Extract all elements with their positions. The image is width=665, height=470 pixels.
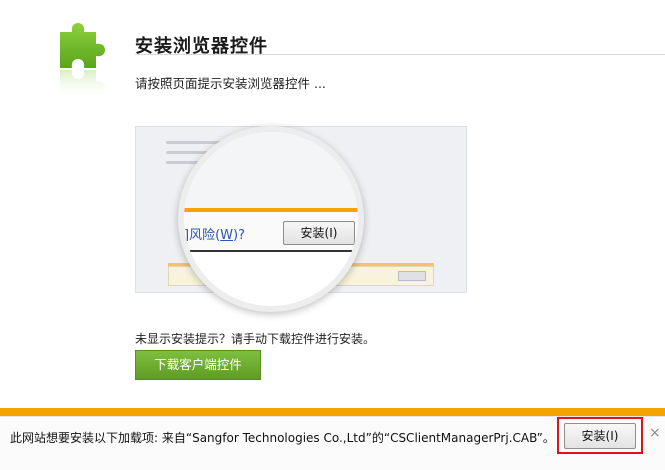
install-hint: 请按照页面提示安装浏览器控件 ... <box>135 76 326 91</box>
magnified-risk-link: ]风险(W)? <box>184 228 245 243</box>
addon-infobar: 此网站想要安装以下加载项: 来自“Sangfor Technologies Co… <box>0 416 665 470</box>
magnified-divider <box>184 250 358 252</box>
puzzle-icon <box>60 23 105 100</box>
manual-install-notice: 未显示安装提示？请手动下载控件进行安装。 <box>135 332 376 346</box>
install-control-page: 安装浏览器控件 请按照页面提示安装浏览器控件 ... ]风险(W)? 安装(I)… <box>0 0 665 470</box>
close-icon[interactable]: × <box>649 425 661 441</box>
download-client-control-button[interactable]: 下载客户端控件 <box>135 350 261 380</box>
title-divider <box>135 54 665 55</box>
magnified-page-area <box>184 132 358 210</box>
infobar-stripe <box>0 408 665 416</box>
magnifier-lens: ]风险(W)? 安装(I) <box>178 126 364 312</box>
infobar-message: 此网站想要安装以下加载项: 来自“Sangfor Technologies Co… <box>10 431 555 445</box>
blurred-install-button <box>398 271 426 281</box>
install-addon-button[interactable]: 安装(I) <box>564 423 636 449</box>
magnified-install-button: 安装(I) <box>283 221 355 245</box>
